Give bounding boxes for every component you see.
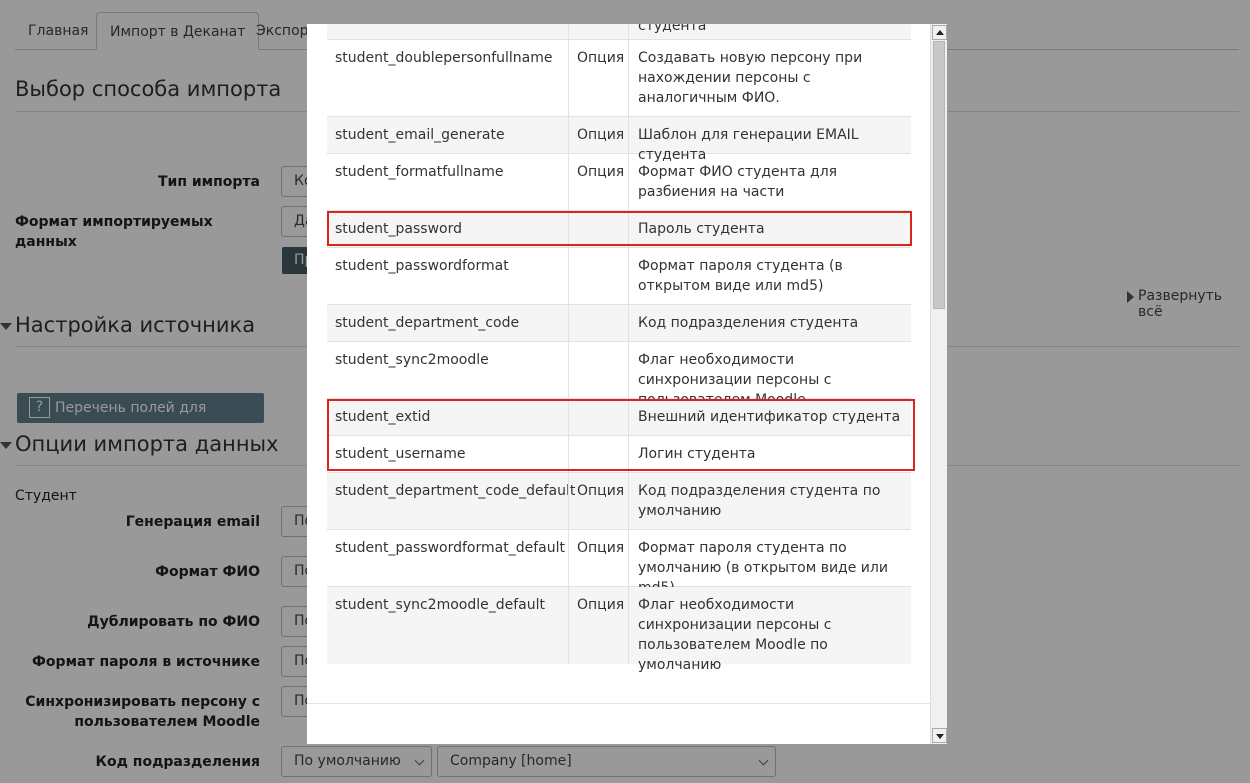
table-row: student_extid Внешний идентификатор студ… <box>327 399 911 436</box>
field-kind: Опция <box>568 587 628 664</box>
arrow-down-icon <box>936 734 944 739</box>
field-name: student_department_code_default <box>335 483 576 499</box>
field-name: student_department_code <box>335 315 520 331</box>
scroll-up-button[interactable] <box>932 25 947 40</box>
field-name: student_doublepersonfullname <box>335 50 553 66</box>
table-row: student_department_code Код подразделени… <box>327 305 911 342</box>
field-name: student_passwordformat_default <box>335 540 565 556</box>
field-desc: Формат пароля студента по умолчанию (в о… <box>628 530 911 596</box>
table-row: student_sync2moodle_default Опция Флаг н… <box>327 587 911 673</box>
arrow-up-icon <box>936 30 944 35</box>
field-kind: Опция <box>568 473 628 529</box>
partial-cell-text: студента <box>638 24 707 34</box>
field-desc: Код подразделения студента <box>628 305 911 341</box>
field-desc: Внешний идентификатор студента <box>628 399 911 435</box>
table-row: student_email_generate Опция Шаблон для … <box>327 117 911 163</box>
table-cell <box>327 24 568 39</box>
field-desc: Код подразделения студента по умолчанию <box>628 473 911 529</box>
scrollbar-thumb[interactable] <box>933 41 945 309</box>
table-row: student_username Логин студента <box>327 436 911 473</box>
field-kind <box>568 211 628 247</box>
field-desc: Создавать новую персону при нахождении п… <box>628 40 911 116</box>
table-row: student_doublepersonfullname Опция Созда… <box>327 40 911 117</box>
field-name: student_extid <box>335 409 431 425</box>
table-row: student_password Пароль студента <box>327 211 911 248</box>
table-row: student_passwordformat Формат пароля сту… <box>327 248 911 305</box>
field-desc: Формат ФИО студента для разбиения на час… <box>628 154 911 210</box>
field-name: student_email_generate <box>335 127 505 143</box>
modal-footer-divider <box>307 703 930 704</box>
field-desc: Шаблон для генерации EMAIL студента <box>628 117 911 163</box>
field-kind <box>568 248 628 304</box>
field-kind: Опция <box>568 154 628 210</box>
field-kind <box>568 305 628 341</box>
field-name: student_username <box>335 446 466 462</box>
table-cell: студента <box>628 24 911 39</box>
modal-scrollbar[interactable] <box>930 24 947 744</box>
field-kind <box>568 436 628 472</box>
table-row: student_department_code_default Опция Ко… <box>327 473 911 530</box>
field-name: student_sync2moodle <box>335 352 489 368</box>
field-name: student_sync2moodle_default <box>335 597 545 613</box>
field-desc: Формат пароля студента (в открытом виде … <box>628 248 911 304</box>
field-kind: Опция <box>568 117 628 153</box>
field-kind <box>568 399 628 435</box>
field-name: student_formatfullname <box>335 164 504 180</box>
table-cell <box>568 24 628 39</box>
field-kind: Опция <box>568 530 628 586</box>
table-row: студента <box>327 24 911 40</box>
table-row: student_formatfullname Опция Формат ФИО … <box>327 154 911 211</box>
field-name: student_passwordformat <box>335 258 509 274</box>
field-name: student_password <box>335 221 462 237</box>
field-kind: Опция <box>568 40 628 116</box>
field-kind <box>568 342 628 398</box>
table-row: student_passwordformat_default Опция Фор… <box>327 530 911 596</box>
fields-modal: студента student_doublepersonfullname Оп… <box>307 24 947 744</box>
field-desc: Логин студента <box>628 436 911 472</box>
table-row: student_sync2moodle Флаг необходимости с… <box>327 342 911 408</box>
field-desc: Флаг необходимости синхронизации персоны… <box>628 587 911 673</box>
scroll-down-button[interactable] <box>932 728 947 743</box>
field-desc: Пароль студента <box>628 211 911 247</box>
fields-table: студента student_doublepersonfullname Оп… <box>327 24 911 673</box>
field-desc: Флаг необходимости синхронизации персоны… <box>628 342 911 408</box>
